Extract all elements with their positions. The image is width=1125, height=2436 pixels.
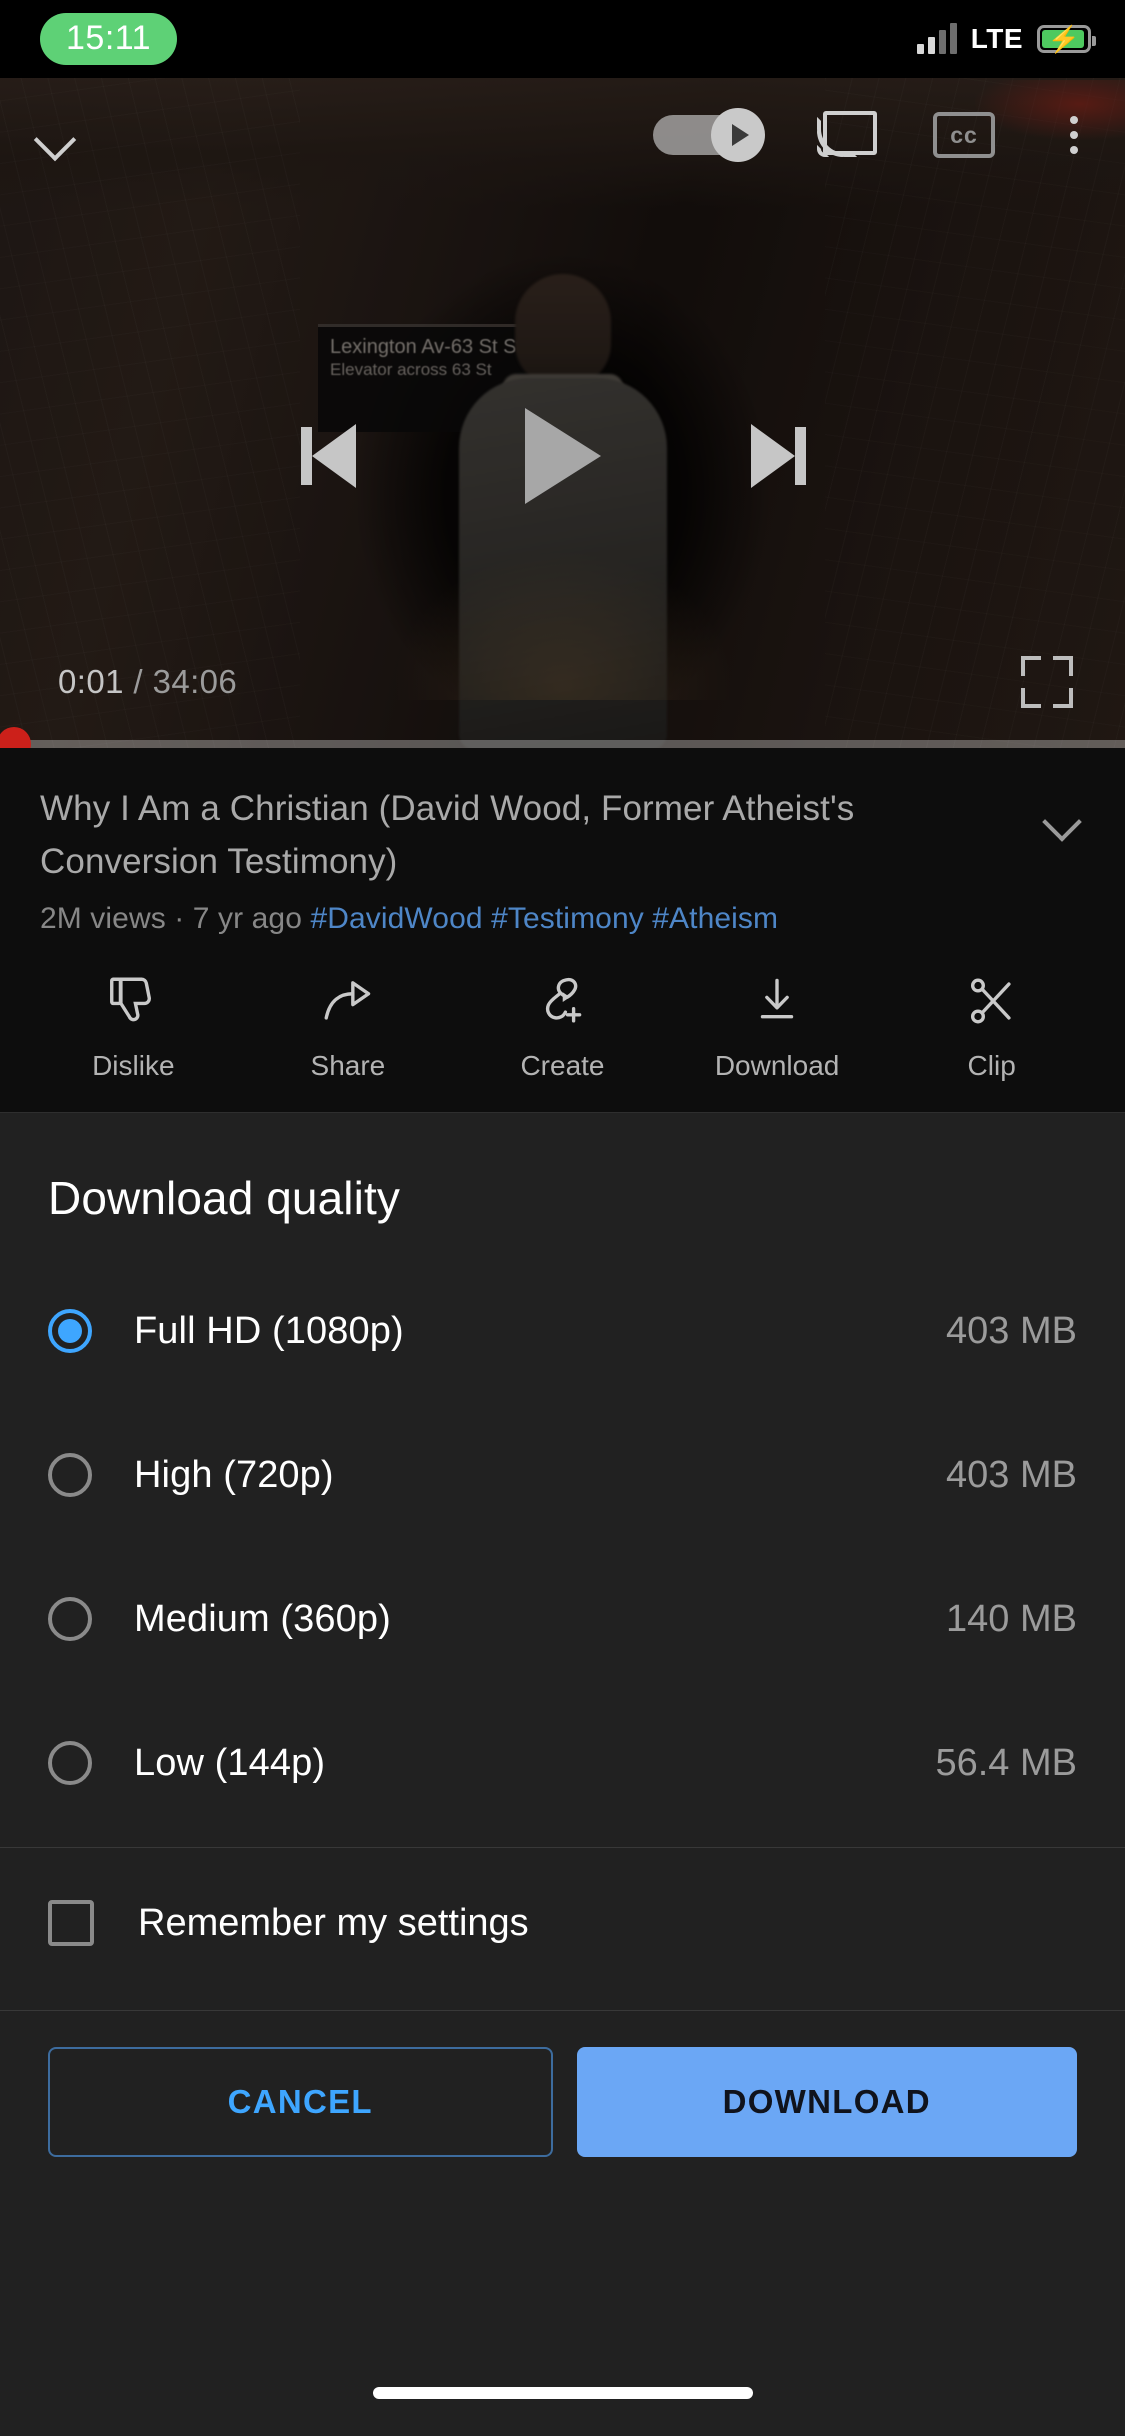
quality-label: Full HD (1080p) (134, 1309, 404, 1352)
share-label: Share (310, 1050, 386, 1081)
radio-button-selected[interactable] (48, 1309, 92, 1353)
upload-age: 7 yr ago (192, 902, 302, 935)
home-indicator[interactable] (372, 2387, 753, 2399)
video-subline: 2M views · 7 yr ago #DavidWood #Testimon… (40, 902, 1085, 936)
create-label: Create (520, 1050, 605, 1081)
download-arrow-icon (748, 972, 806, 1030)
status-bar: 15:11 LTE ⚡ (0, 0, 1125, 78)
scissors-icon (963, 972, 1021, 1030)
expand-description-chevron-down-icon[interactable] (1037, 796, 1085, 844)
quality-option-144p[interactable]: Low (144p) 56.4 MB (48, 1691, 1077, 1835)
share-arrow-icon (319, 972, 377, 1030)
battery-charging-icon: ⚡ (1037, 25, 1096, 53)
cancel-button[interactable]: CANCEL (48, 2047, 553, 2157)
closed-captions-icon[interactable]: cc (933, 112, 995, 158)
sheet-title: Download quality (48, 1172, 400, 1224)
remember-settings-label: Remember my settings (138, 1901, 529, 1944)
video-title[interactable]: Why I Am a Christian (David Wood, Former… (40, 782, 1037, 888)
duration: 34:06 (152, 663, 238, 700)
cast-icon[interactable] (817, 109, 877, 161)
quality-size: 56.4 MB (935, 1741, 1077, 1784)
quality-size: 403 MB (946, 1309, 1077, 1352)
previous-track-icon[interactable] (300, 420, 375, 492)
player-transport-controls (0, 408, 1125, 504)
player-top-controls: cc (0, 100, 1125, 170)
status-time-pill: 15:11 (40, 13, 178, 65)
current-time: 0:01 (58, 663, 124, 700)
quality-options-list: Full HD (1080p) 403 MB High (720p) 403 M… (0, 1243, 1125, 1835)
create-button[interactable]: Create (455, 972, 670, 1082)
download-label: Download (714, 1050, 840, 1081)
autoplay-toggle[interactable] (653, 108, 765, 162)
quality-option-360p[interactable]: Medium (360p) 140 MB (48, 1547, 1077, 1691)
autoplay-play-icon (711, 108, 765, 162)
player-progress-bar[interactable] (0, 727, 1125, 748)
view-count: 2M views (40, 902, 166, 935)
quality-option-1080p[interactable]: Full HD (1080p) 403 MB (48, 1259, 1077, 1403)
collapse-player-chevron-down-icon[interactable] (28, 109, 80, 161)
hashtag-1[interactable]: #DavidWood (310, 902, 482, 935)
hashtag-3[interactable]: #Atheism (652, 902, 778, 935)
thumbs-down-icon (104, 972, 162, 1030)
status-indicators: LTE ⚡ (916, 23, 1096, 55)
radio-button[interactable] (48, 1741, 92, 1785)
video-action-row: Dislike Share Create Download Clip (0, 936, 1125, 1112)
create-remix-icon (533, 972, 591, 1030)
remember-settings-row[interactable]: Remember my settings (0, 1848, 1125, 1998)
quality-label: High (720p) (134, 1453, 334, 1496)
player-bottom-bar: 0:01 / 34:06 (0, 656, 1125, 708)
dislike-button[interactable]: Dislike (26, 972, 241, 1082)
clip-button[interactable]: Clip (884, 972, 1099, 1082)
time-separator: / (133, 663, 143, 700)
quality-option-720p[interactable]: High (720p) 403 MB (48, 1403, 1077, 1547)
quality-label: Medium (360p) (134, 1597, 391, 1640)
download-quality-sheet: Download quality Full HD (1080p) 403 MB … (0, 1112, 1125, 2350)
sheet-action-buttons: CANCEL DOWNLOAD (0, 2011, 1125, 2157)
share-button[interactable]: Share (241, 972, 456, 1082)
player-timecode: 0:01 / 34:06 (58, 663, 237, 701)
dislike-label: Dislike (92, 1050, 175, 1081)
confirm-download-button[interactable]: DOWNLOAD (576, 2047, 1077, 2157)
hashtag-2[interactable]: #Testimony (491, 902, 644, 935)
radio-button[interactable] (48, 1597, 92, 1641)
download-button[interactable]: Download (670, 972, 885, 1082)
cellular-signal-icon (916, 23, 957, 54)
play-icon[interactable] (524, 408, 601, 504)
radio-button[interactable] (48, 1453, 92, 1497)
subline-dot: · (174, 902, 185, 935)
quality-label: Low (144p) (134, 1741, 326, 1784)
next-track-icon[interactable] (750, 420, 825, 492)
phone-screen: 15:11 LTE ⚡ Lexington Av-63 St Sta Eleva… (0, 0, 1125, 2436)
quality-size: 140 MB (946, 1597, 1077, 1640)
fullscreen-icon[interactable] (1021, 656, 1073, 708)
video-metadata: Why I Am a Christian (David Wood, Former… (0, 748, 1125, 936)
more-vertical-icon[interactable] (1051, 108, 1097, 162)
sheet-bottom-padding (0, 2157, 1125, 2350)
video-player[interactable]: Lexington Av-63 St Sta Elevator across 6… (0, 78, 1125, 748)
network-type-label: LTE (970, 23, 1023, 54)
home-indicator-area (0, 2350, 1125, 2436)
remember-settings-checkbox[interactable] (48, 1900, 94, 1946)
quality-size: 403 MB (946, 1453, 1077, 1496)
clip-label: Clip (967, 1050, 1016, 1081)
